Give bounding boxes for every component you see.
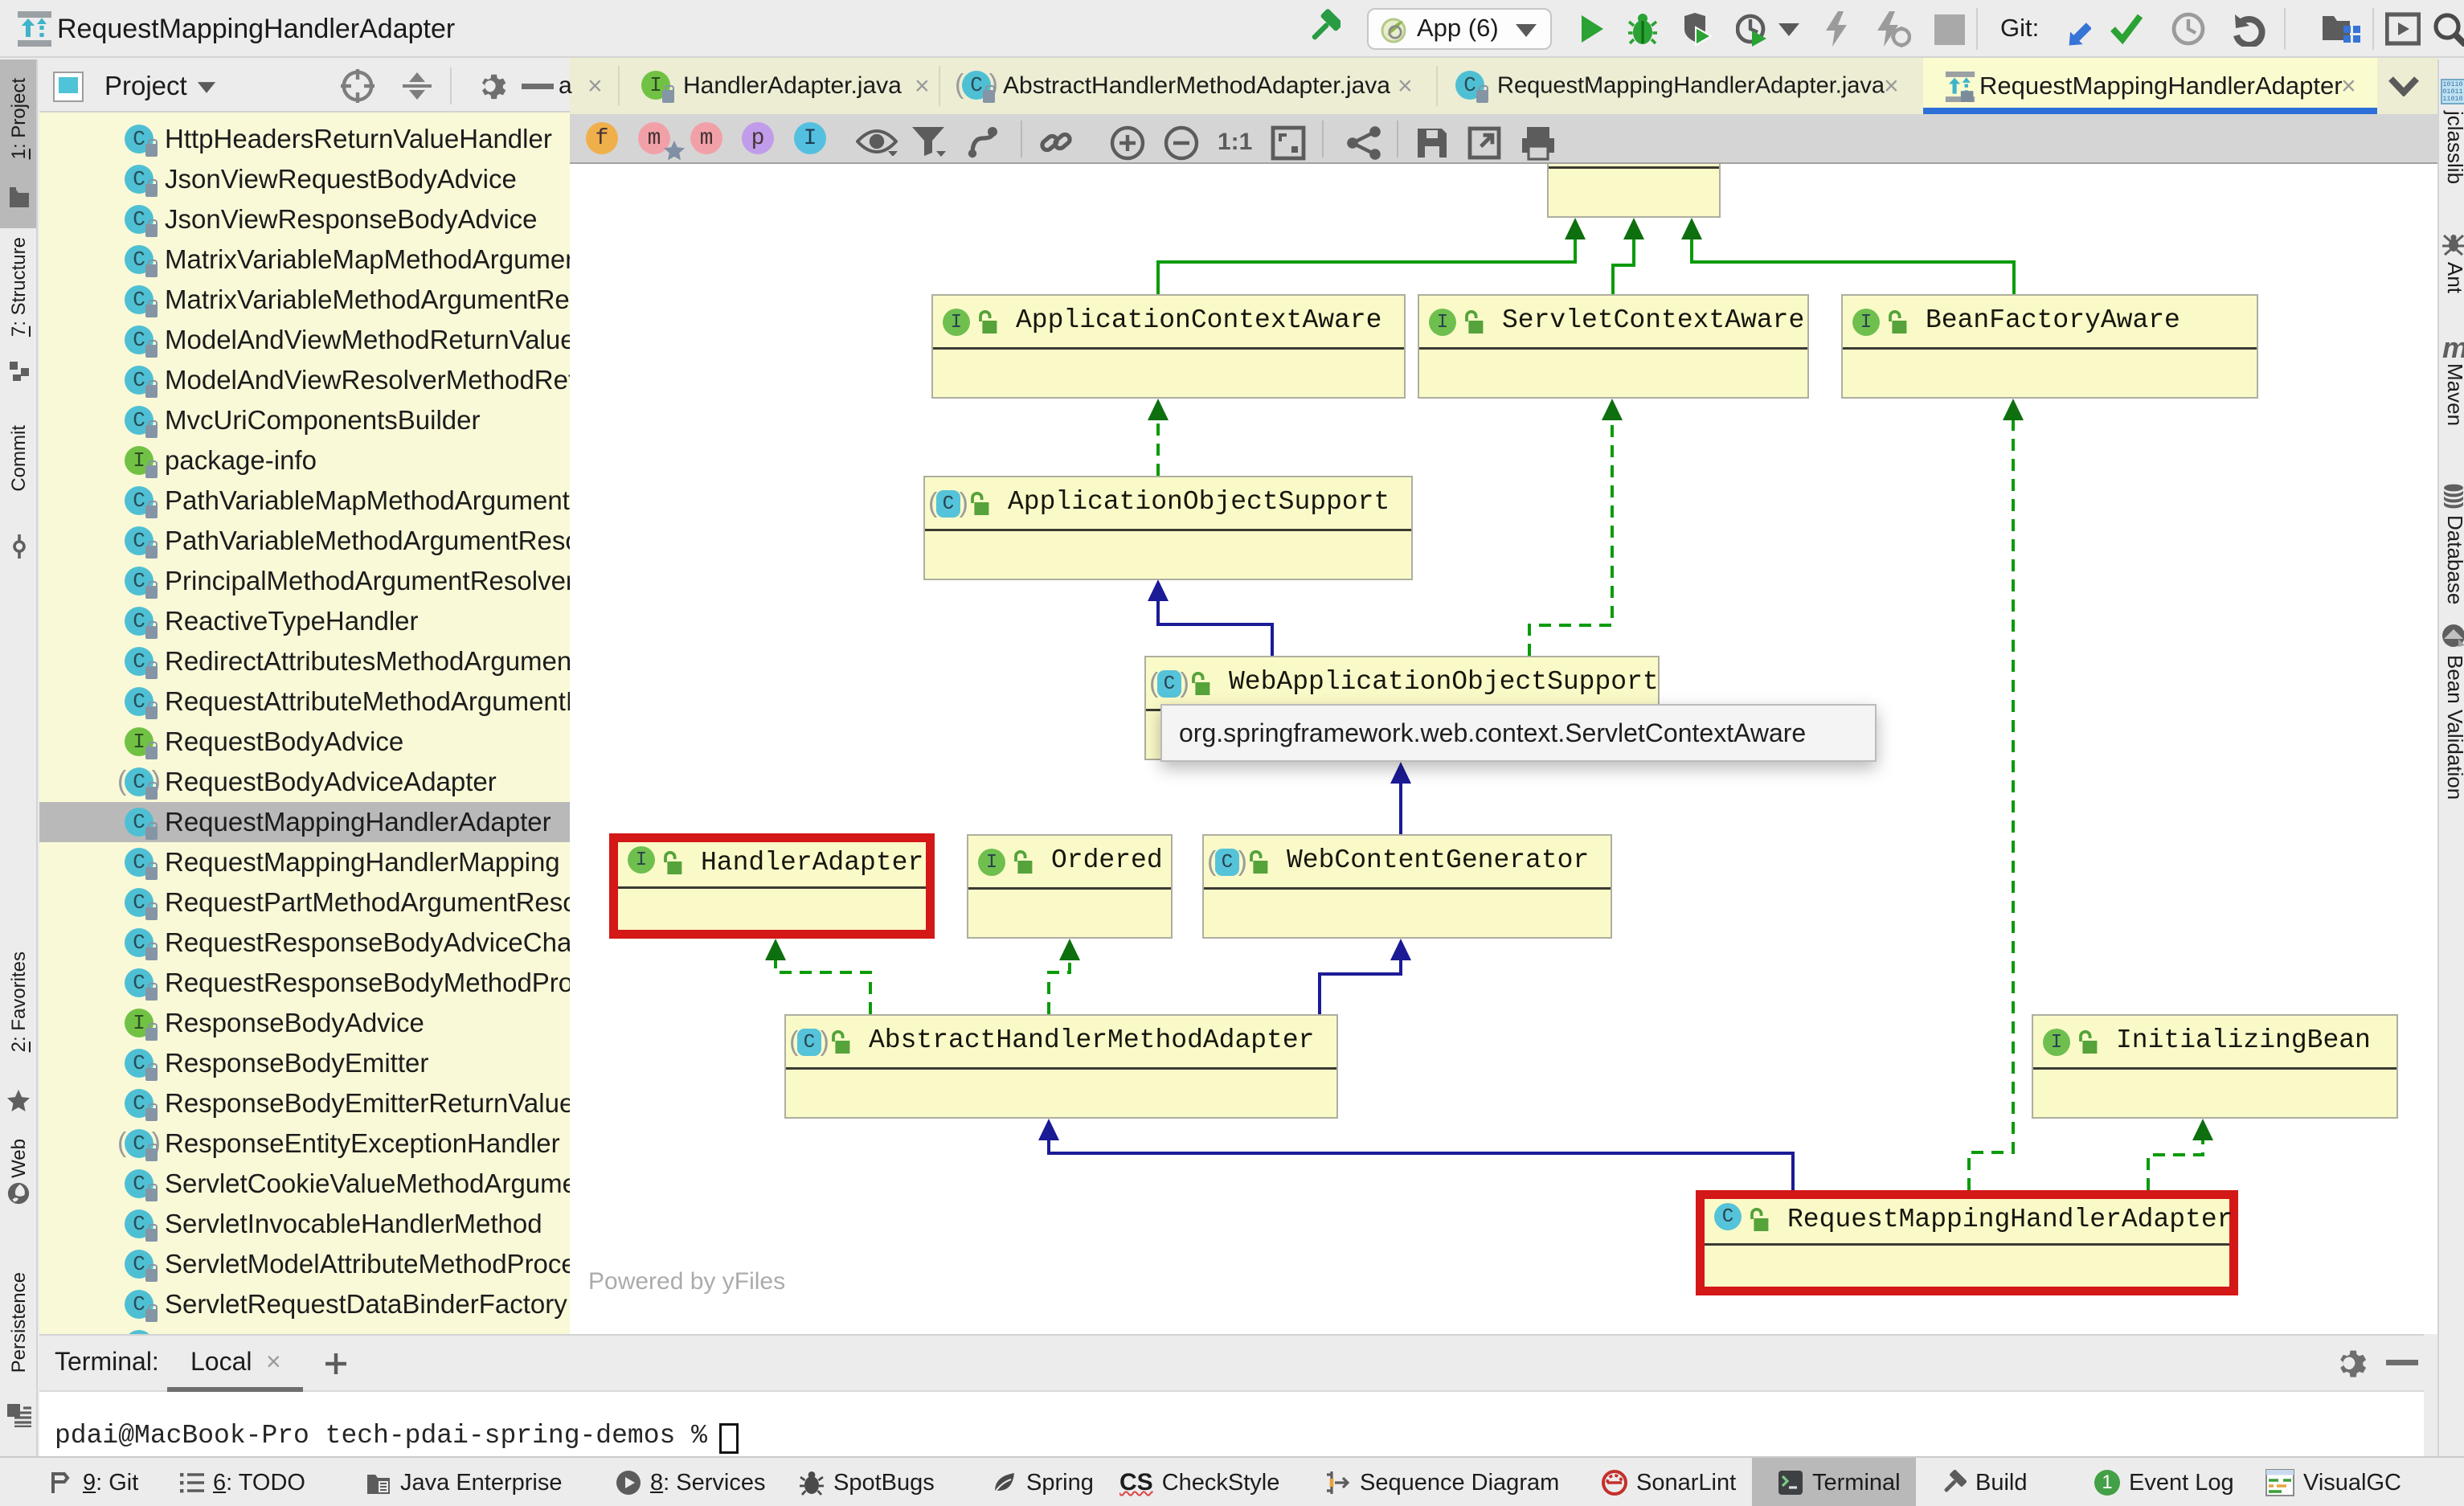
svg-text:11010: 11010 [2442, 95, 2462, 103]
